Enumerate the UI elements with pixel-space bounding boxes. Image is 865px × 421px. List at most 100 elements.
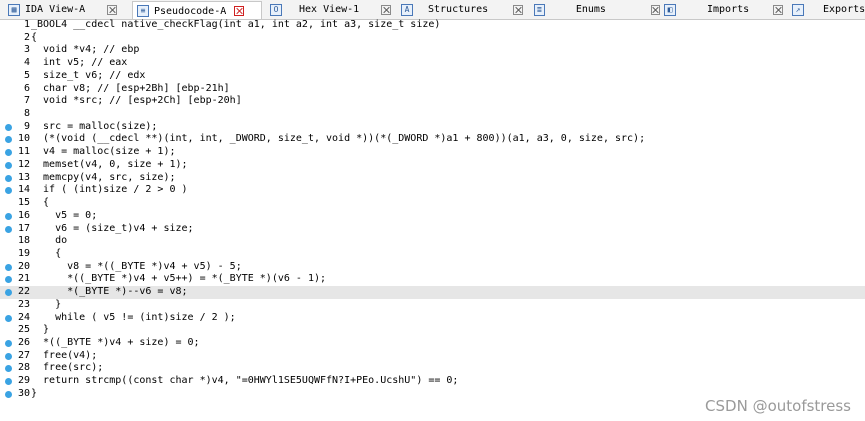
code-text[interactable]: src = malloc(size); [31,121,157,134]
code-line[interactable]: 2{ [0,32,865,45]
breakpoint-dot-icon[interactable] [5,276,12,284]
code-line[interactable]: 29 return strcmp((const char *)v4, "=0HW… [0,375,865,388]
code-line[interactable]: 1 _BOOL4 __cdecl native_checkFlag(int a1,… [0,19,865,32]
tab-pseudocode-a[interactable]: ≡ Pseudocode-A [132,1,262,19]
code-text[interactable]: v5 = 0; [31,210,97,223]
code-line[interactable]: 26 *((_BYTE *)v4 + size) = 0; [0,337,865,350]
breakpoint-dot-icon[interactable] [5,339,12,347]
breakpoint-dot-icon[interactable] [5,365,12,373]
tab-ida-view-a[interactable]: ▦ IDA View-A [4,1,129,18]
code-text[interactable]: free(src); [31,362,103,375]
code-text[interactable]: int v5; // eax [31,57,127,70]
code-line[interactable]: 9 src = malloc(size); [0,121,865,134]
code-line[interactable]: 3 void *v4; // ebp [0,44,865,57]
breakpoint-dot-icon[interactable] [5,225,12,233]
breakpoint-dot-icon[interactable] [5,161,12,169]
code-line[interactable]: 6 char v8; // [esp+2Bh] [ebp-21h] [0,83,865,96]
code-text[interactable]: free(v4); [31,350,97,363]
code-text[interactable]: do [31,235,67,248]
code-line[interactable]: 7 void *src; // [esp+2Ch] [ebp-20h] [0,95,865,108]
code-line[interactable]: 24 while ( v5 != (int)size / 2 ); [0,312,865,325]
close-icon[interactable] [381,4,392,15]
code-text[interactable]: memcpy(v4, src, size); [31,172,175,185]
tab-label: Exports [823,4,865,15]
tab-enums[interactable]: ≣ Enums [530,1,660,18]
code-text[interactable]: return strcmp((const char *)v4, "=0HWYl1… [31,375,458,388]
code-line[interactable]: 4 int v5; // eax [0,57,865,70]
breakpoint-dot-icon[interactable] [5,390,12,398]
code-line[interactable]: 13 memcpy(v4, src, size); [0,172,865,185]
line-number: 1 [23,19,30,30]
code-line[interactable]: 5 size_t v6; // edx [0,70,865,83]
code-line[interactable]: 22 *(_BYTE *)--v6 = v8; [0,286,865,299]
code-text[interactable]: v8 = *((_BYTE *)v4 + v5) - 5; [31,261,242,274]
close-icon[interactable] [773,4,784,15]
graph-view-icon: ▦ [8,3,20,16]
tab-structures[interactable]: A Structures [397,1,529,18]
code-text[interactable]: v6 = (size_t)v4 + size; [31,223,193,236]
code-text[interactable]: } [31,299,61,312]
close-icon[interactable] [234,6,245,16]
code-text[interactable]: { [31,248,61,261]
code-text[interactable]: *((_BYTE *)v4 + size) = 0; [31,337,200,350]
code-text[interactable]: } [31,324,49,337]
code-text[interactable]: while ( v5 != (int)size / 2 ); [31,312,236,325]
code-line[interactable]: 27 free(v4); [0,350,865,363]
code-text[interactable]: *((_BYTE *)v4 + v5++) = *(_BYTE *)(v6 - … [31,273,326,286]
code-line[interactable]: 12 memset(v4, 0, size + 1); [0,159,865,172]
code-text[interactable]: { [31,32,37,45]
code-line[interactable]: 20 v8 = *((_BYTE *)v4 + v5) - 5; [0,261,865,274]
code-line[interactable]: 14 if ( (int)size / 2 > 0 ) [0,184,865,197]
line-number: 19 [17,247,30,259]
imports-icon: ◧ [664,3,676,16]
breakpoint-dot-icon[interactable] [5,378,12,386]
code-text[interactable]: } [31,388,37,401]
tab-exports[interactable]: ↗ Exports [788,1,865,18]
code-line[interactable]: 15 { [0,197,865,210]
close-icon[interactable] [107,4,118,15]
breakpoint-dot-icon[interactable] [5,136,12,144]
code-text[interactable]: char v8; // [esp+2Bh] [ebp-21h] [31,83,230,96]
code-line[interactable]: 10 (*(void (__cdecl **)(int, int, _DWORD… [0,133,865,146]
code-line[interactable]: 21 *((_BYTE *)v4 + v5++) = *(_BYTE *)(v6… [0,273,865,286]
code-line[interactable]: 18 do [0,235,865,248]
code-text[interactable]: memset(v4, 0, size + 1); [31,159,188,172]
code-text[interactable]: (*(void (__cdecl **)(int, int, _DWORD, s… [31,133,645,146]
code-text[interactable]: { [31,197,49,210]
code-text[interactable]: if ( (int)size / 2 > 0 ) [31,184,188,197]
breakpoint-dot-icon[interactable] [5,123,12,131]
structures-icon: A [401,3,413,16]
code-line[interactable]: 17 v6 = (size_t)v4 + size; [0,223,865,236]
pseudocode-editor[interactable]: 1 _BOOL4 __cdecl native_checkFlag(int a1,… [0,19,865,401]
tab-hex-view-1[interactable]: O Hex View-1 [266,1,396,18]
code-line[interactable]: 28 free(src); [0,362,865,375]
code-text[interactable]: v4 = malloc(size + 1); [31,146,175,159]
breakpoint-dot-icon[interactable] [5,187,12,195]
breakpoint-dot-icon[interactable] [5,289,12,297]
code-text[interactable]: _BOOL4 __cdecl native_checkFlag(int a1, … [31,19,440,32]
close-icon[interactable] [650,4,660,15]
code-line[interactable]: 19 { [0,248,865,261]
code-line[interactable]: 8 [0,108,865,121]
breakpoint-dot-icon[interactable] [5,212,12,220]
close-icon[interactable] [513,4,524,15]
breakpoint-dot-icon[interactable] [5,174,12,182]
code-line[interactable]: 16 v5 = 0; [0,210,865,223]
code-text[interactable]: size_t v6; // edx [31,70,145,83]
pseudocode-icon: ≡ [137,5,149,17]
breakpoint-dot-icon[interactable] [5,263,12,271]
line-number: 23 [17,298,30,310]
code-text[interactable]: void *v4; // ebp [31,44,139,57]
breakpoint-dot-icon[interactable] [5,352,12,360]
breakpoint-dot-icon[interactable] [5,149,12,157]
tab-imports[interactable]: ◧ Imports [660,1,788,18]
code-text[interactable]: void *src; // [esp+2Ch] [ebp-20h] [31,95,242,108]
line-number: 13 [17,171,30,183]
line-number: 24 [17,311,30,323]
code-line[interactable]: 11 v4 = malloc(size + 1); [0,146,865,159]
line-number: 17 [17,222,30,234]
code-text[interactable]: *(_BYTE *)--v6 = v8; [31,286,187,299]
code-line[interactable]: 25 } [0,324,865,337]
code-line[interactable]: 23 } [0,299,865,312]
breakpoint-dot-icon[interactable] [5,314,12,322]
